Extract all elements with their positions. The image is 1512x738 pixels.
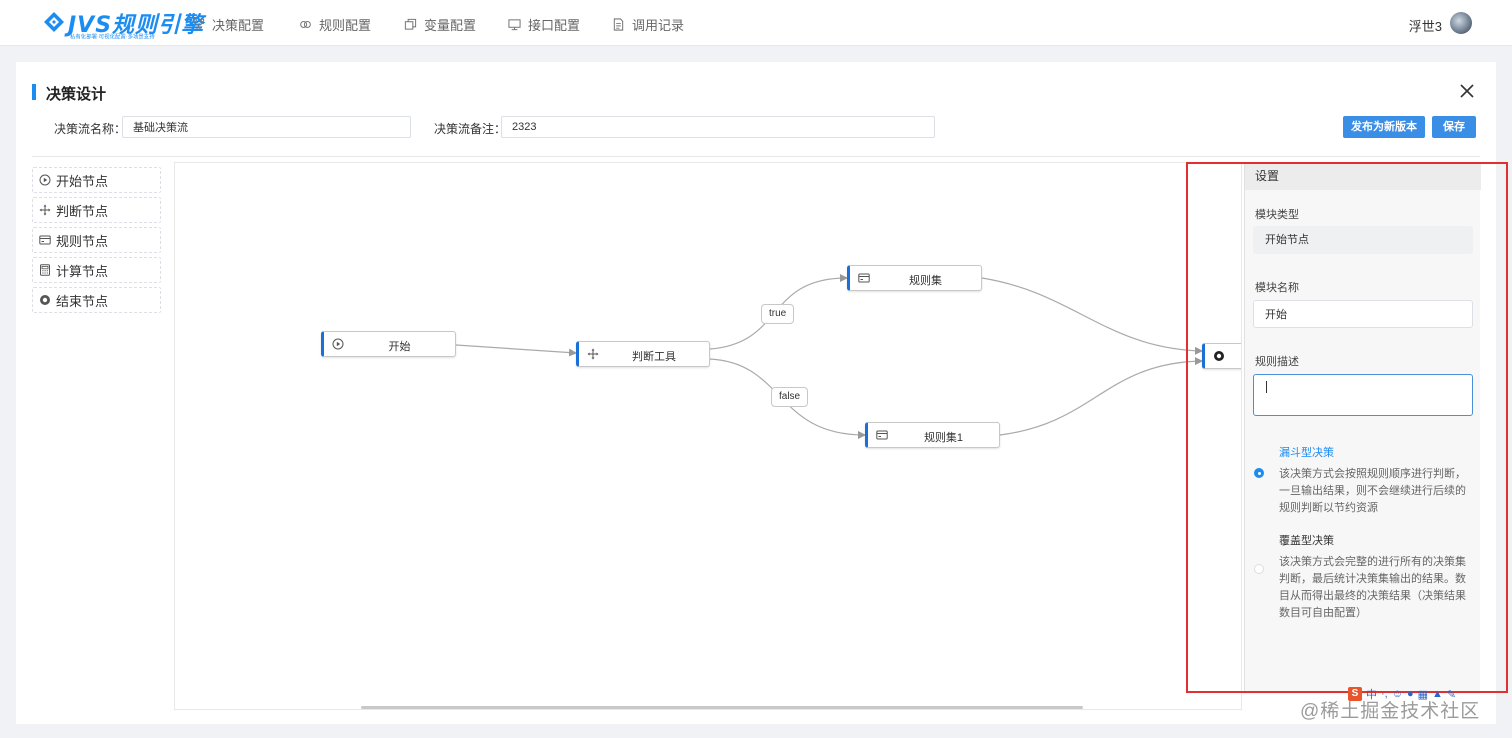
funnel-decision-radio[interactable] — [1254, 468, 1264, 478]
monitor-icon — [508, 18, 521, 30]
watermark: @稀土掘金技术社区 — [1300, 701, 1481, 722]
edge-ruleset1-to-end — [999, 357, 1203, 436]
nav-decision-config[interactable]: 决策配置 — [192, 14, 264, 34]
nav-label: 变量配置 — [424, 17, 477, 33]
flow-name-label: 决策流名称： — [54, 122, 127, 136]
palette-label: 开始节点 — [56, 173, 109, 189]
play-circle-icon — [332, 338, 344, 350]
publish-new-version-button[interactable]: 发布为新版本 — [1343, 116, 1425, 138]
card-icon — [39, 235, 51, 245]
end-circle-icon — [40, 295, 50, 305]
flow-remark-input[interactable] — [501, 116, 935, 138]
link-icon — [300, 20, 311, 28]
canvas-horizontal-scrollbar[interactable] — [361, 706, 1083, 709]
header-divider — [32, 156, 1480, 157]
decision-design-card: 决策设计 决策流名称： 决策流备注： 发布为新版本 保存 开始节点 判断节点 规… — [16, 62, 1496, 724]
flow-node-start[interactable]: 开始 — [321, 331, 456, 357]
nav-interface-config[interactable]: 接口配置 — [508, 14, 580, 34]
module-name-label: 模块名称 — [1255, 282, 1299, 294]
node-label: 判断工具 — [632, 351, 676, 363]
page-title: 决策设计 — [46, 86, 107, 103]
end-circle-icon — [1214, 351, 1224, 361]
flow-remark-label: 决策流备注： — [434, 122, 507, 136]
settings-header: 设置 — [1245, 162, 1481, 190]
close-icon[interactable] — [1458, 82, 1476, 100]
cover-decision-radio[interactable] — [1254, 564, 1264, 574]
module-name-input[interactable] — [1253, 300, 1473, 328]
palette-judge-node[interactable]: 判断节点 — [32, 197, 161, 223]
nav-label: 调用记录 — [632, 17, 685, 33]
funnel-decision-desc: 该决策方式会按照规则顺序进行判断，一旦输出结果，则不会继续进行后续的规则判断以节… — [1279, 468, 1466, 514]
module-type-value: 开始节点 — [1253, 226, 1473, 254]
app-logo[interactable]: JVS规则引擎 私有化部署·可视化配置·多场景支持 — [42, 8, 203, 41]
flow-node-ruleset1[interactable]: 规则集1 — [865, 422, 1000, 448]
logo-icon — [44, 12, 64, 32]
logo-subtitle: 私有化部署·可视化配置·多场景支持 — [70, 34, 155, 41]
nav-rule-config[interactable]: 规则配置 — [299, 14, 371, 34]
save-button[interactable]: 保存 — [1432, 116, 1476, 138]
rule-desc-textarea[interactable] — [1253, 374, 1473, 416]
cover-decision-title: 覆盖型决策 — [1279, 535, 1334, 547]
edge-ruleset-to-end — [981, 277, 1203, 355]
branch-icon — [192, 17, 205, 31]
move-icon — [39, 204, 51, 216]
flow-edges — [455, 274, 1203, 439]
edge-label-false[interactable]: false — [771, 387, 809, 407]
username[interactable]: 浮世3 — [1409, 16, 1442, 35]
edge-start-to-judge — [455, 344, 577, 357]
edge-label-true[interactable]: true — [761, 304, 795, 324]
title-accent-bar — [32, 84, 36, 100]
flow-name-input[interactable] — [122, 116, 411, 138]
funnel-decision-title: 漏斗型决策 — [1279, 447, 1334, 459]
move-icon — [587, 348, 599, 360]
avatar[interactable] — [1450, 12, 1472, 34]
copy-icon — [404, 18, 417, 30]
document-icon — [613, 17, 624, 31]
nav-call-records[interactable]: 调用记录 — [612, 14, 684, 34]
palette-start-node[interactable]: 开始节点 — [32, 167, 161, 193]
palette-label: 规则节点 — [56, 233, 109, 249]
settings-panel: 设置 模块类型 开始节点 模块名称 规则描述 漏斗型决策 该决策方式会按照规则顺… — [1244, 162, 1481, 694]
palette-label: 计算节点 — [56, 263, 109, 279]
flow-node-ruleset[interactable]: 规则集 — [847, 265, 982, 291]
palette-end-node[interactable]: 结束节点 — [32, 287, 161, 313]
play-circle-icon — [39, 174, 51, 186]
node-label: 规则集1 — [923, 432, 964, 444]
nav-label: 决策配置 — [212, 17, 265, 33]
rule-desc-label: 规则描述 — [1255, 356, 1299, 368]
module-type-label: 模块类型 — [1255, 209, 1299, 221]
text-caret — [1266, 381, 1267, 393]
flow-canvas[interactable]: 开始 判断工具 规则集 规则集1 true false — [174, 162, 1242, 710]
node-label: 开始 — [388, 341, 411, 353]
palette-label: 判断节点 — [56, 203, 109, 219]
palette-label: 结束节点 — [56, 293, 109, 309]
palette-rule-node[interactable]: 规则节点 — [32, 227, 161, 253]
nav-label: 接口配置 — [528, 17, 581, 33]
card-icon — [876, 430, 888, 440]
flow-node-end[interactable] — [1202, 343, 1241, 369]
card-icon — [858, 273, 870, 283]
palette-calc-node[interactable]: 计算节点 — [32, 257, 161, 283]
node-label: 规则集 — [909, 275, 942, 287]
nav-variable-config[interactable]: 变量配置 — [404, 14, 476, 34]
calculator-icon — [40, 264, 50, 276]
nav-label: 规则配置 — [319, 17, 372, 33]
top-nav-bar: JVS规则引擎 私有化部署·可视化配置·多场景支持 决策配置 规则配置 变量配置… — [0, 0, 1512, 46]
flow-node-judge[interactable]: 判断工具 — [576, 341, 710, 367]
cover-decision-desc: 该决策方式会完整的进行所有的决策集判断，最后统计决策集输出的结果。数目从而得出最… — [1279, 556, 1466, 619]
